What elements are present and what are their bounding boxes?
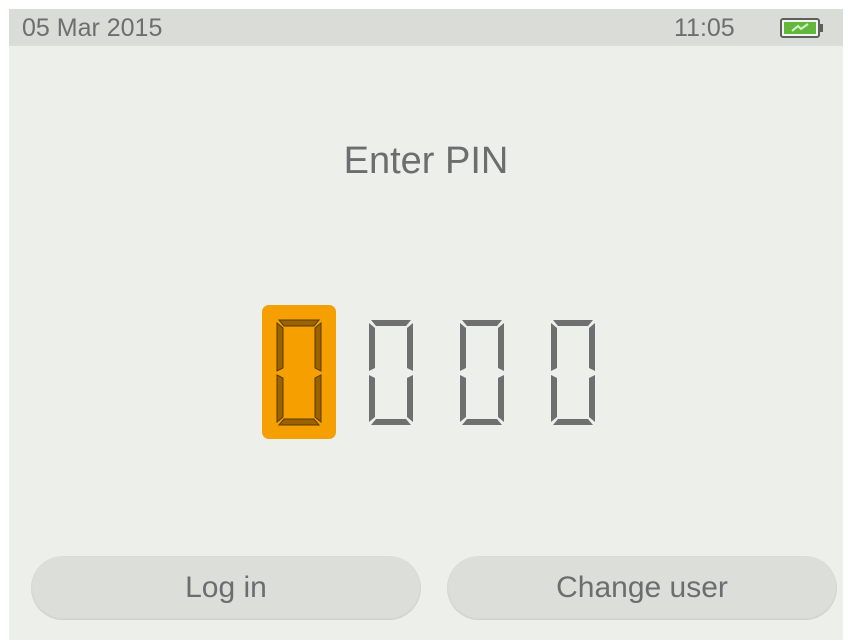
pin-digit-2[interactable]: [354, 305, 428, 439]
battery-charging-icon: [780, 18, 824, 38]
pin-digit-3[interactable]: [445, 305, 519, 439]
change-user-button[interactable]: Change user: [447, 556, 837, 620]
pin-digit-1[interactable]: [262, 305, 336, 439]
pin-screen: 05 Mar 2015 11:05 Enter PIN Log in Chang…: [9, 9, 843, 640]
status-time: 11:05: [674, 14, 735, 42]
login-button[interactable]: Log in: [31, 556, 421, 620]
page-title: Enter PIN: [343, 140, 509, 182]
status-date: 05 Mar 2015: [22, 14, 163, 42]
pin-digit-4[interactable]: [536, 305, 610, 439]
status-bar: 05 Mar 2015 11:05: [9, 9, 843, 46]
